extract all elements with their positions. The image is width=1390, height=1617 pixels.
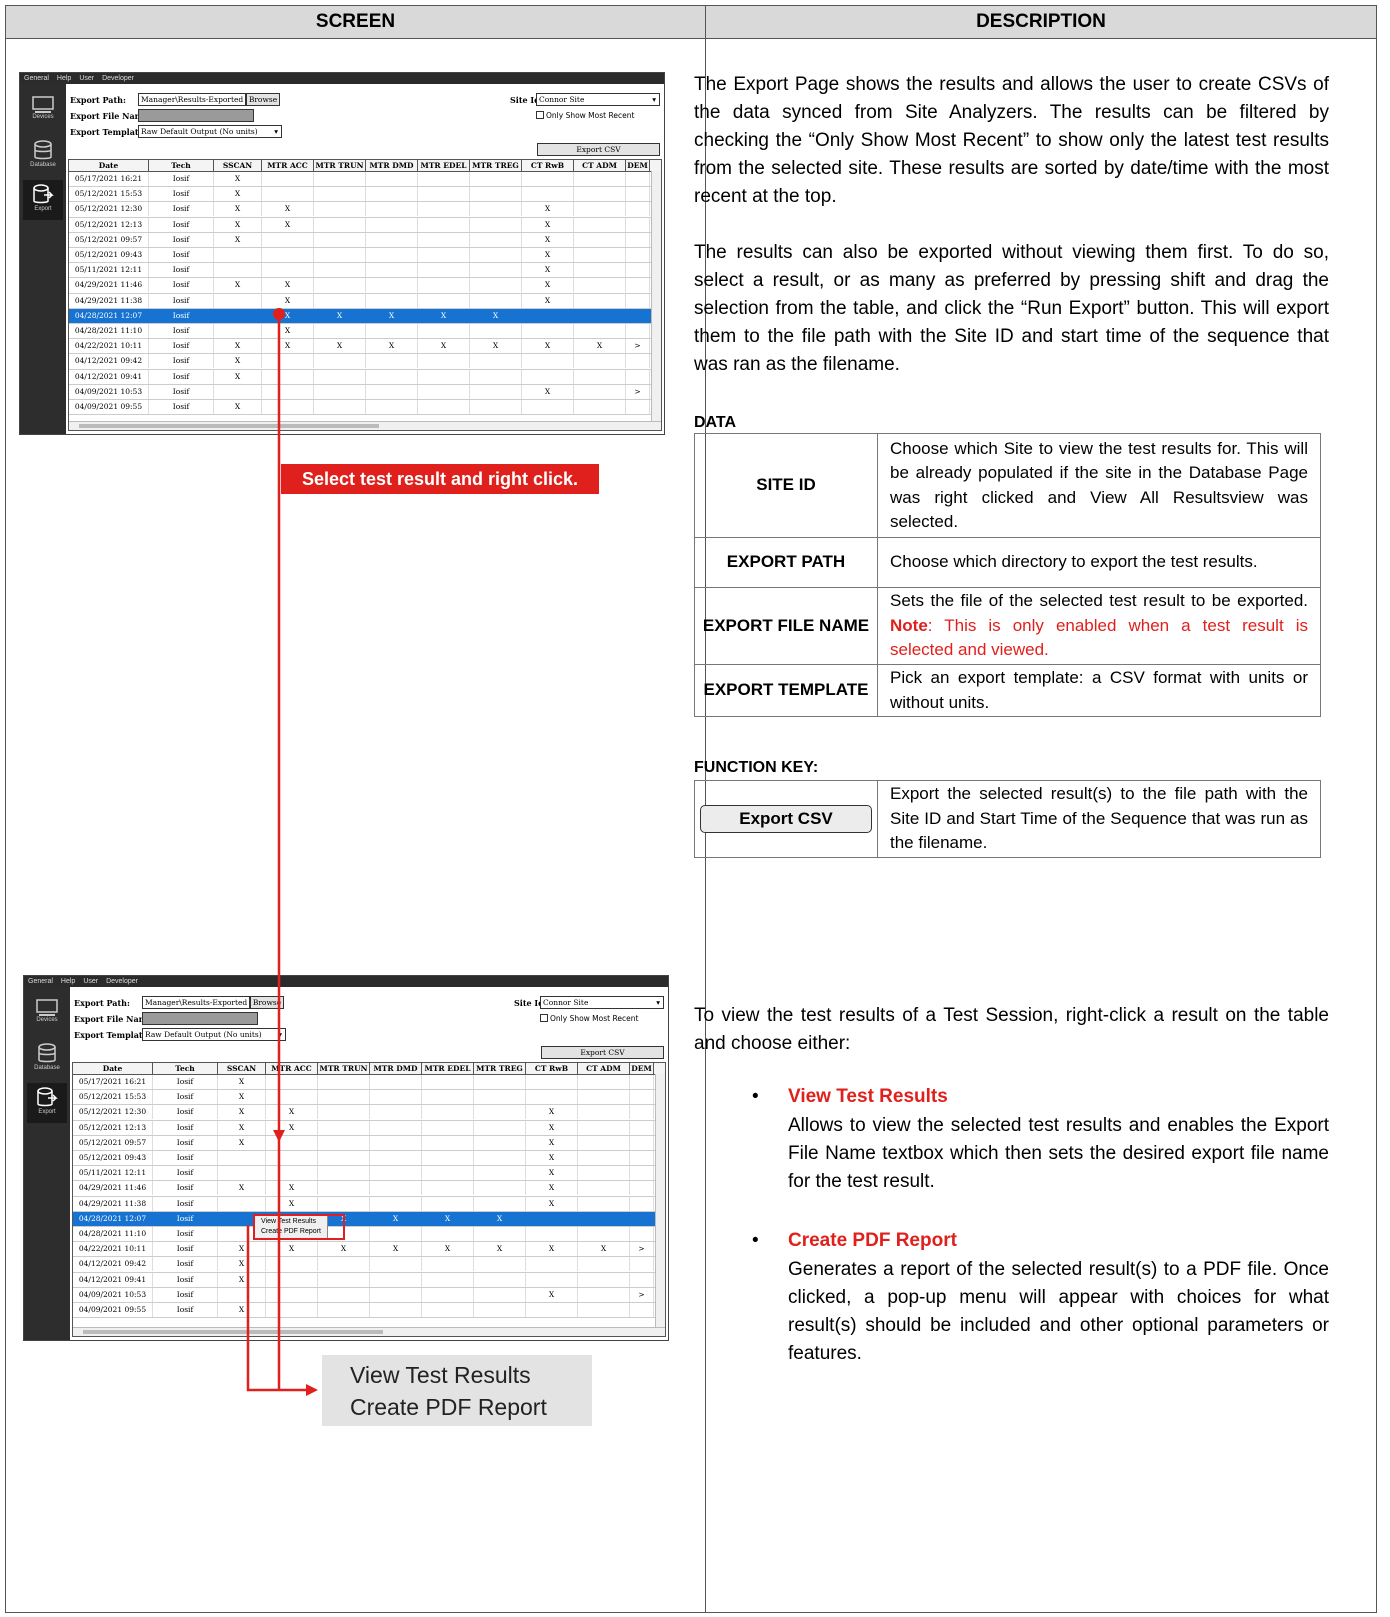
def-row-export-path: EXPORT PATH Choose which directory to ex… xyxy=(694,537,1321,588)
flow-arrowhead-down xyxy=(273,1130,285,1142)
bullet: • xyxy=(752,1086,759,1107)
intro-paragraph: The Export Page shows the results and al… xyxy=(694,74,1329,207)
bullet-body-pdf: Generates a report of the selected resul… xyxy=(788,1259,1329,1364)
def-value: Choose which Site to view the test resul… xyxy=(877,433,1321,538)
def-row-site-id: SITE ID Choose which Site to view the te… xyxy=(694,433,1321,538)
fk-row: Export CSV Export the selected result(s)… xyxy=(694,780,1321,858)
def-row-export-file-name: EXPORT FILE NAME Sets the file of the se… xyxy=(694,587,1321,665)
function-key-title: FUNCTION KEY: xyxy=(694,759,819,776)
export-paragraph: The results can also be exported without… xyxy=(694,242,1329,375)
data-section-title: DATA xyxy=(694,414,737,431)
flow-line-to-menu xyxy=(246,1225,306,1392)
bullet-title-view: View Test Results xyxy=(788,1086,948,1107)
bullet: • xyxy=(752,1230,759,1251)
bullet-title-pdf: Create PDF Report xyxy=(788,1230,957,1251)
note-text: : This is only enabled when a test resul… xyxy=(890,615,1308,660)
def-key: SITE ID xyxy=(694,433,878,538)
def-key: EXPORT TEMPLATE xyxy=(694,664,878,717)
right-click-paragraph: To view the test results of a Test Sessi… xyxy=(694,1005,1329,1054)
note-label: Note xyxy=(890,615,928,635)
def-value: Choose which directory to export the tes… xyxy=(877,537,1321,588)
zoom-menu-view-test-results[interactable]: View Test Results xyxy=(350,1362,531,1389)
def-value-text: Sets the file of the selected test resul… xyxy=(890,591,1308,611)
def-value: Sets the file of the selected test resul… xyxy=(877,587,1321,665)
function-key-table: Export CSV Export the selected result(s)… xyxy=(694,780,1321,858)
flow-start-dot xyxy=(273,308,285,320)
zoom-menu-create-pdf-report[interactable]: Create PDF Report xyxy=(350,1394,547,1421)
flow-arrowhead-right xyxy=(306,1384,318,1396)
bullet-body-view: Allows to view the selected test results… xyxy=(788,1115,1329,1192)
def-value: Pick an export template: a CSV format wi… xyxy=(877,664,1321,717)
def-key: EXPORT PATH xyxy=(694,537,878,588)
fk-key-cell: Export CSV xyxy=(694,780,878,858)
callout-select-right-click: Select test result and right click. xyxy=(281,464,599,494)
def-row-export-template: EXPORT TEMPLATE Pick an export template:… xyxy=(694,664,1321,717)
data-definitions-table: SITE ID Choose which Site to view the te… xyxy=(694,433,1321,717)
context-menu-zoom: View Test Results Create PDF Report xyxy=(322,1355,592,1426)
fk-desc: Export the selected result(s) to the fil… xyxy=(877,780,1321,858)
export-csv-button-sample: Export CSV xyxy=(700,805,872,833)
def-key: EXPORT FILE NAME xyxy=(694,587,878,665)
